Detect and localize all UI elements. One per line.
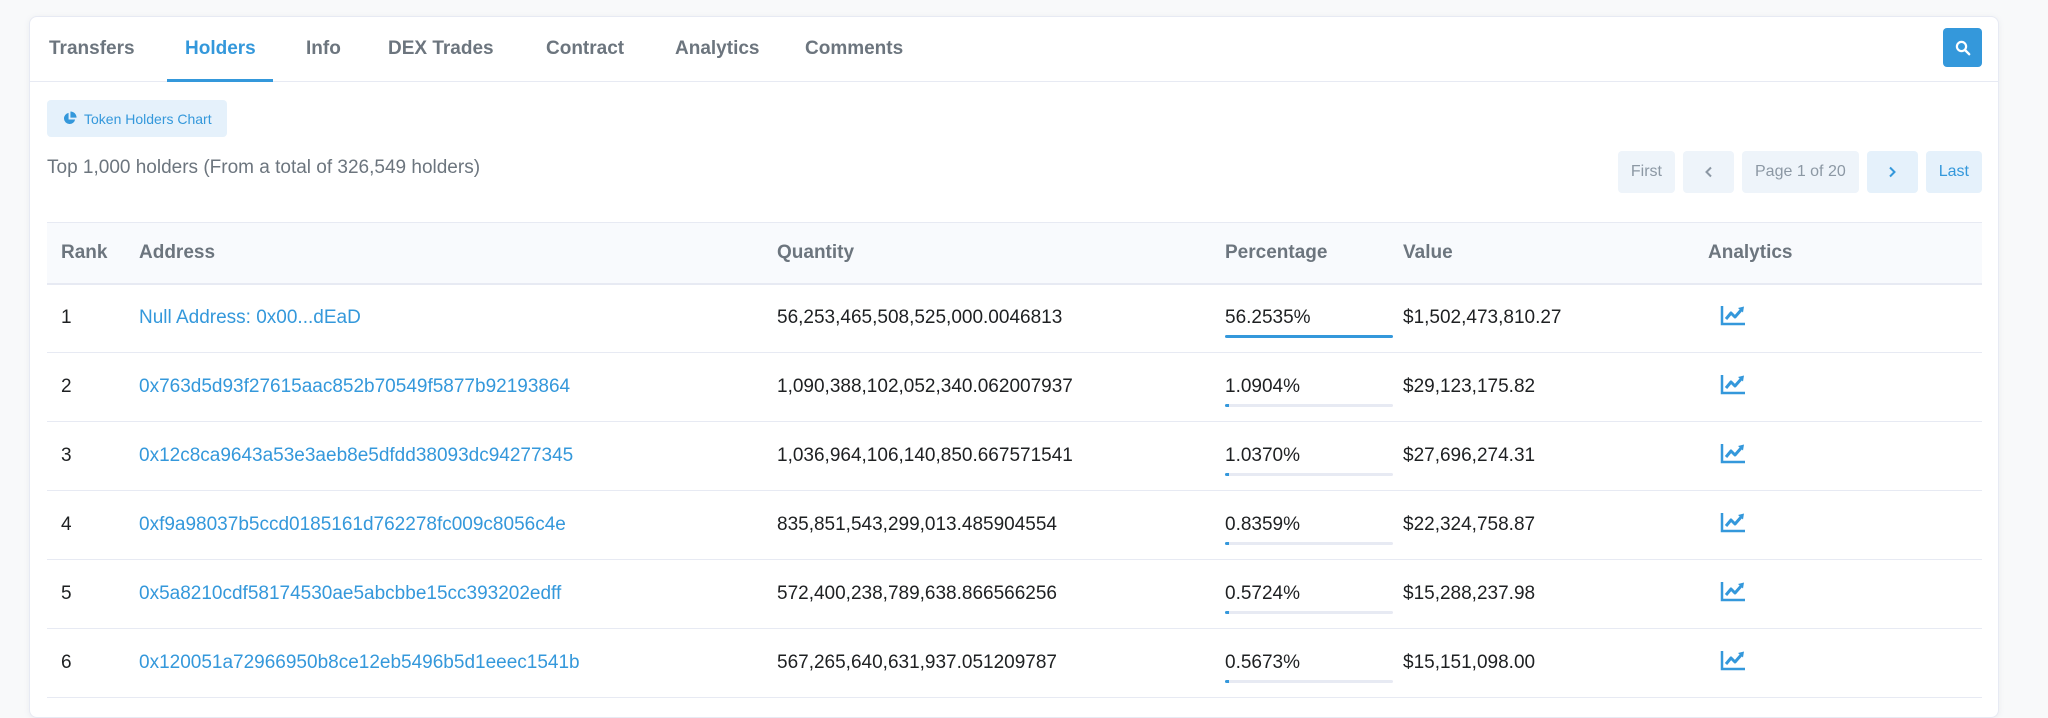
percentage-text: 56.2535% (1225, 307, 1311, 329)
quantity-cell: 835,851,543,299,013.485904554 (777, 514, 1057, 535)
rank-cell: 2 (61, 376, 72, 397)
rank-cell: 4 (61, 514, 72, 535)
percentage-bar (1225, 680, 1393, 683)
rank-cell: 5 (61, 583, 72, 604)
page-info: Page 1 of 20 (1742, 151, 1859, 193)
header-rank[interactable]: Rank (47, 223, 125, 284)
quantity-cell: 1,036,964,106,140,850.667571541 (777, 445, 1073, 466)
table-header-row: Rank Address Quantity Percentage Value A… (47, 222, 1982, 284)
rank-cell: 1 (61, 307, 72, 329)
percentage-cell: 56.2535% (1211, 284, 1393, 353)
quantity-cell: 56,253,465,508,525,000.0046813 (777, 307, 1063, 329)
tab-analytics[interactable]: Analytics (675, 17, 759, 81)
percentage-cell: 0.8359% (1211, 491, 1393, 560)
quantity-cell: 567,265,640,631,937.051209787 (777, 652, 1057, 673)
holder-address-link[interactable]: 0x12c8ca9643a53e3aeb8e5dfdd38093dc942773… (139, 445, 573, 466)
prev-page-button[interactable] (1683, 151, 1734, 193)
percentage-cell: 0.5673% (1211, 629, 1393, 698)
header-address[interactable]: Address (125, 223, 763, 284)
chart-button-label: Token Holders Chart (84, 110, 212, 127)
quantity-cell: 1,090,388,102,052,340.062007937 (777, 376, 1073, 397)
value-cell: $27,696,274.31 (1403, 445, 1536, 466)
header-quantity[interactable]: Quantity (763, 223, 1211, 284)
table-row: 4 0xf9a98037b5ccd0185161d762278fc009c805… (47, 491, 1982, 560)
chart-line-icon[interactable] (1720, 649, 1747, 677)
percentage-bar-fill (1225, 680, 1229, 683)
value-cell: $1,502,473,810.27 (1403, 307, 1562, 329)
holder-address-link[interactable]: 0x5a8210cdf58174530ae5abcbbe15cc393202ed… (139, 583, 561, 604)
percentage-text: 1.0370% (1225, 445, 1301, 466)
percentage-bar-fill (1225, 542, 1229, 545)
value-cell: $22,324,758.87 (1403, 514, 1536, 535)
rank-cell: 3 (61, 445, 72, 466)
holders-table: Rank Address Quantity Percentage Value A… (47, 222, 1982, 698)
chart-line-icon[interactable] (1720, 511, 1747, 539)
holder-address-link[interactable]: Null Address: 0x00...dEaD (139, 307, 361, 328)
value-cell: $15,288,237.98 (1403, 583, 1536, 604)
header-percentage[interactable]: Percentage (1211, 223, 1389, 284)
percentage-bar-fill (1225, 611, 1229, 614)
pagination: First Page 1 of 20 Last (1617, 151, 1982, 193)
percentage-bar (1225, 335, 1393, 338)
holder-address-link[interactable]: 0xf9a98037b5ccd0185161d762278fc009c8056c… (139, 514, 566, 535)
table-row: 2 0x763d5d93f27615aac852b70549f5877b9219… (47, 353, 1982, 422)
value-cell: $15,151,098.00 (1403, 652, 1536, 673)
tab-dex-trades[interactable]: DEX Trades (388, 17, 494, 81)
holders-summary: Top 1,000 holders (From a total of 326,5… (47, 157, 481, 178)
percentage-bar (1225, 404, 1393, 407)
tab-holders[interactable]: Holders (167, 17, 273, 82)
tab-contract[interactable]: Contract (546, 17, 624, 81)
percentage-bar (1225, 473, 1393, 476)
value-cell: $29,123,175.82 (1403, 376, 1536, 397)
percentage-bar-fill (1225, 404, 1229, 407)
tab-info[interactable]: Info (306, 17, 341, 81)
chart-line-icon[interactable] (1720, 304, 1747, 332)
holder-address-link[interactable]: 0x120051a72966950b8ce12eb5496b5d1eeec154… (139, 652, 580, 673)
chart-line-icon[interactable] (1720, 373, 1747, 401)
holder-address-link[interactable]: 0x763d5d93f27615aac852b70549f5877b921938… (139, 376, 570, 397)
percentage-bar (1225, 611, 1393, 614)
chevron-left-icon (1704, 166, 1712, 178)
table-row: 6 0x120051a72966950b8ce12eb5496b5d1eeec1… (47, 629, 1982, 698)
percentage-bar-fill (1225, 335, 1393, 338)
percentage-cell: 0.5724% (1211, 560, 1393, 629)
token-card: Transfers Holders Info DEX Trades Contra… (29, 16, 1999, 718)
percentage-cell: 1.0370% (1211, 422, 1393, 491)
first-page-button[interactable]: First (1617, 151, 1675, 193)
header-analytics: Analytics (1708, 241, 1793, 263)
percentage-text: 0.5724% (1225, 583, 1301, 604)
percentage-text: 0.8359% (1225, 514, 1301, 535)
table-row: 1 Null Address: 0x00...dEaD 56,253,465,5… (47, 284, 1982, 353)
next-page-button[interactable] (1866, 151, 1918, 193)
tab-transfers[interactable]: Transfers (49, 17, 135, 81)
percentage-text: 0.5673% (1225, 652, 1301, 673)
tab-bar: Transfers Holders Info DEX Trades Contra… (30, 17, 1998, 82)
table-row: 3 0x12c8ca9643a53e3aeb8e5dfdd38093dc9427… (47, 422, 1982, 491)
tab-comments[interactable]: Comments (805, 17, 903, 81)
header-value[interactable]: Value (1389, 223, 1694, 284)
token-holders-chart-button[interactable]: Token Holders Chart (47, 100, 227, 137)
pie-chart-icon (63, 111, 77, 125)
table-row: 5 0x5a8210cdf58174530ae5abcbbe15cc393202… (47, 560, 1982, 629)
chart-line-icon[interactable] (1720, 580, 1747, 608)
percentage-bar (1225, 542, 1393, 545)
quantity-cell: 572,400,238,789,638.866566256 (777, 583, 1057, 604)
chevron-right-icon (1889, 166, 1897, 178)
percentage-cell: 1.0904% (1211, 353, 1393, 422)
search-icon (1955, 40, 1970, 55)
search-button[interactable] (1943, 28, 1982, 67)
percentage-text: 1.0904% (1225, 376, 1301, 397)
rank-cell: 6 (61, 652, 72, 673)
percentage-bar-fill (1225, 473, 1229, 476)
chart-line-icon[interactable] (1720, 442, 1747, 470)
last-page-button[interactable]: Last (1925, 151, 1982, 193)
